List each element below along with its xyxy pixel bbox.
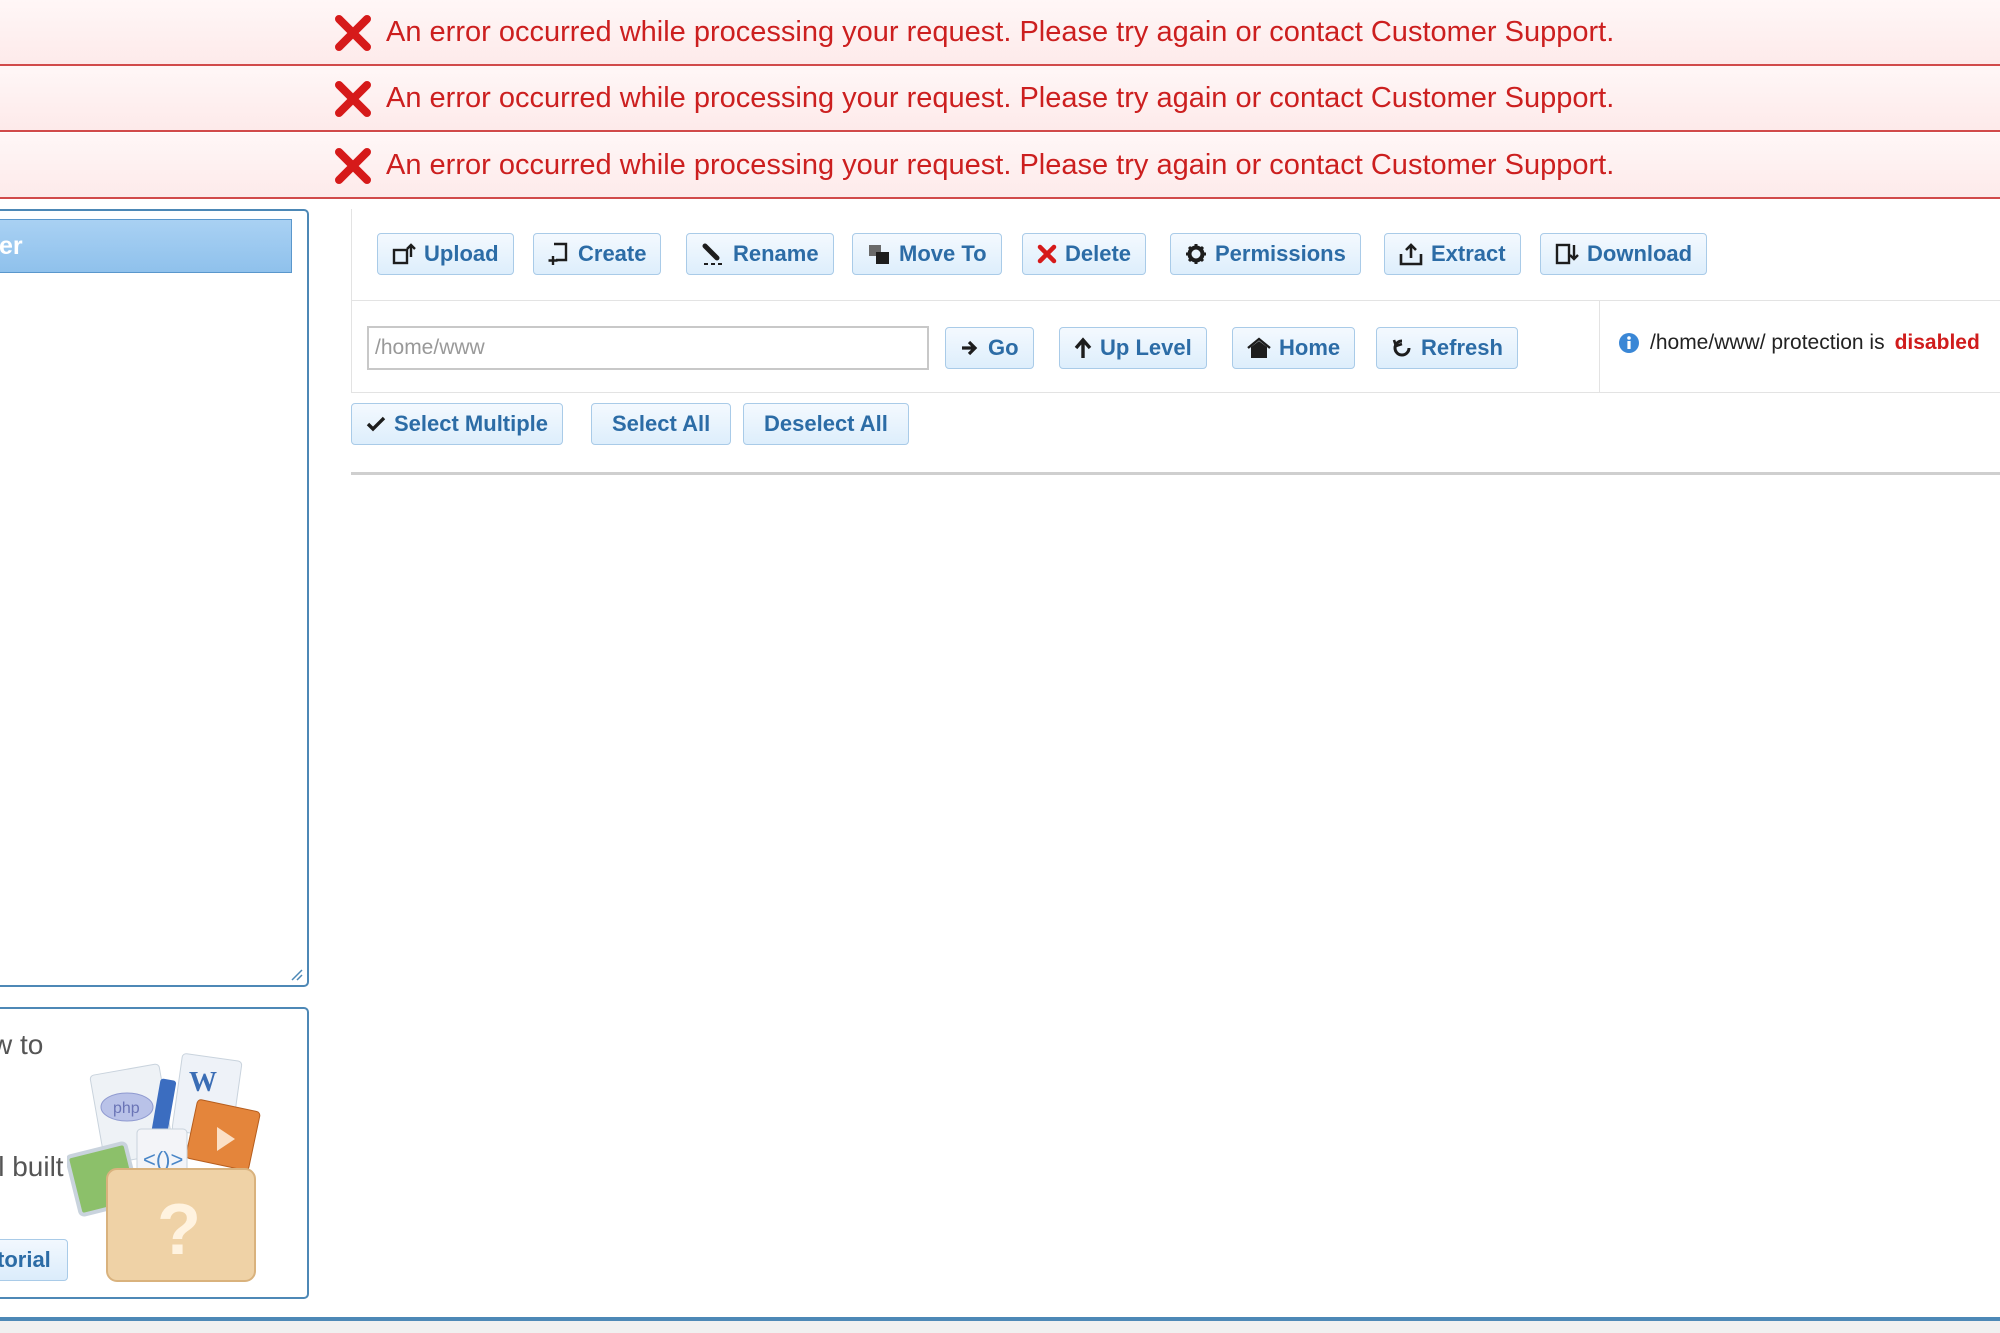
create-icon [548,242,568,265]
move-icon [869,245,889,264]
download-button[interactable]: Download [1540,233,1708,275]
tree-root-item[interactable]: er [0,219,292,273]
delete-icon [1037,244,1057,264]
path-divider [1599,301,1600,393]
select-all-button[interactable]: Select All [591,403,732,445]
up-level-button[interactable]: Up Level [1059,327,1207,369]
error-banner-3: An error occurred while processing your … [0,133,2000,199]
select-multiple-label: Select Multiple [394,411,549,436]
refresh-button[interactable]: Refresh [1376,327,1518,369]
folder-tree-panel: er [0,209,309,987]
permissions-button[interactable]: Permissions [1170,233,1361,275]
delete-label: Delete [1065,241,1132,266]
deselect-all-button[interactable]: Deselect All [743,403,909,445]
delete-button[interactable]: Delete [1022,233,1147,275]
check-icon [366,416,386,432]
extract-label: Extract [1431,241,1506,266]
svg-text:?: ? [157,1190,201,1270]
refresh-icon [1392,339,1411,357]
create-button[interactable]: Create [533,233,662,275]
error-message: An error occurred while processing your … [386,148,1615,181]
error-message: An error occurred while processing your … [386,15,1615,48]
go-label: Go [988,335,1019,360]
info-icon [1619,333,1639,353]
rename-label: Rename [733,241,819,266]
footer-shade [0,1321,2000,1333]
home-label: Home [1279,335,1341,360]
move-to-button[interactable]: Move To [852,233,1002,275]
refresh-label: Refresh [1421,335,1503,360]
arrow-right-icon [962,340,978,356]
rename-icon [702,243,722,265]
home-icon [1247,337,1271,358]
error-x-icon [335,81,371,117]
arrow-up-icon [1074,337,1092,358]
move-to-label: Move To [899,241,987,266]
svg-text:W: W [189,1067,217,1098]
help-panel: w to ll built . torial php W <()> ? [0,1007,309,1299]
protection-text: /home/www/ protection is [1650,331,1885,354]
upload-button[interactable]: Upload [377,233,514,275]
up-level-label: Up Level [1100,335,1192,360]
go-button[interactable]: Go [945,327,1034,369]
help-text-line2: ll built [0,1151,64,1182]
file-types-illustration-icon: php W <()> ? [67,1053,261,1282]
resize-grip-icon[interactable] [289,967,303,981]
protection-state: disabled [1894,331,1980,354]
error-banner-1: An error occurred while processing your … [0,0,2000,66]
error-message: An error occurred while processing your … [386,81,1615,114]
action-toolbar: Upload Create Rename Move To Delete Perm… [351,209,2000,301]
gear-icon [1186,244,1206,264]
select-all-label: Select All [612,411,711,436]
error-banner-2: An error occurred while processing your … [0,66,2000,132]
rename-button[interactable]: Rename [686,233,834,275]
help-text-line1: w to [0,1029,44,1060]
protection-status: /home/www/ protection is disabled [1618,331,1980,355]
svg-text:php: php [113,1100,140,1117]
download-icon [1555,243,1579,265]
home-button[interactable]: Home [1232,327,1356,369]
permissions-label: Permissions [1215,241,1346,266]
path-input[interactable] [367,326,929,370]
extract-button[interactable]: Extract [1384,233,1521,275]
extract-icon [1399,243,1423,266]
upload-icon [392,243,416,265]
deselect-all-label: Deselect All [764,411,888,436]
download-label: Download [1587,241,1693,266]
tutorial-button[interactable]: torial [0,1239,68,1281]
error-x-icon [335,148,371,184]
error-x-icon [335,15,371,51]
file-manager-main: Upload Create Rename Move To Delete Perm… [351,209,2000,1319]
upload-label: Upload [424,241,499,266]
select-multiple-button[interactable]: Select Multiple [351,403,564,445]
file-list-divider [351,472,2000,475]
create-label: Create [578,241,647,266]
